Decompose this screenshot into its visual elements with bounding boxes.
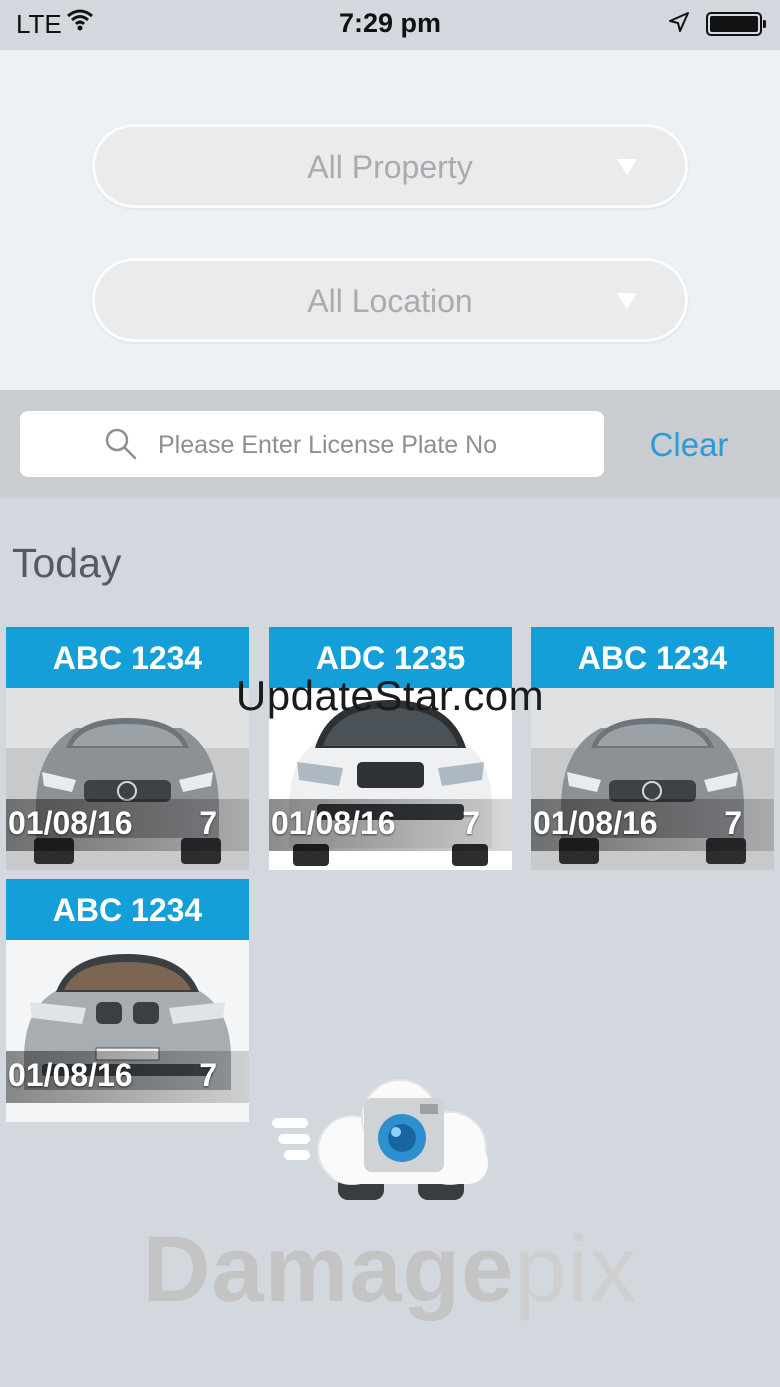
brand-name-light: pix bbox=[514, 1216, 638, 1321]
vehicle-card[interactable]: ADC 1235 01/08/16 7 bbox=[269, 627, 512, 870]
clock: 7:29 pm bbox=[338, 8, 442, 38]
photo-count: 7 bbox=[199, 1057, 217, 1093]
search-field[interactable] bbox=[20, 411, 604, 479]
location-dropdown-label: All Location bbox=[307, 283, 473, 319]
status-bar: LTE 7:29 pm bbox=[0, 0, 780, 50]
search-bar: Clear bbox=[0, 390, 780, 498]
clear-button[interactable]: Clear bbox=[630, 426, 748, 464]
photo-count: 7 bbox=[724, 805, 742, 841]
location-arrow-icon bbox=[666, 10, 692, 43]
license-plate-label: ABC 1234 bbox=[6, 879, 249, 940]
property-dropdown-label: All Property bbox=[307, 149, 473, 185]
card-date: 01/08/16 bbox=[8, 805, 133, 841]
property-dropdown[interactable]: All Property bbox=[92, 124, 688, 208]
card-date: 01/08/16 bbox=[533, 805, 658, 841]
damagepix-logo-icon bbox=[272, 1079, 488, 1200]
section-title-today: Today bbox=[12, 540, 122, 586]
dropdown-arrow-icon bbox=[617, 159, 637, 175]
card-footer: 01/08/16 7 bbox=[6, 1051, 249, 1103]
search-icon bbox=[104, 427, 138, 466]
vehicle-card[interactable]: ABC 1234 01/08/16 7 bbox=[531, 627, 774, 870]
card-footer: 01/08/16 7 bbox=[6, 799, 249, 851]
photo-count: 7 bbox=[199, 805, 217, 841]
license-plate-search-input[interactable] bbox=[156, 411, 590, 479]
card-footer: 01/08/16 7 bbox=[269, 799, 512, 851]
license-plate-label: ABC 1234 bbox=[531, 627, 774, 688]
license-plate-label: ADC 1235 bbox=[269, 627, 512, 688]
card-date: 01/08/16 bbox=[271, 805, 396, 841]
card-date: 01/08/16 bbox=[8, 1057, 133, 1093]
card-footer: 01/08/16 7 bbox=[531, 799, 774, 851]
brand-name-bold: Damage bbox=[142, 1216, 515, 1321]
brand-wordmark: Damagepix bbox=[0, 1222, 780, 1316]
dropdown-arrow-icon bbox=[617, 293, 637, 309]
filter-panel: All Property All Location bbox=[0, 50, 780, 390]
photo-count: 7 bbox=[462, 805, 480, 841]
battery-icon bbox=[706, 12, 766, 36]
license-plate-label: ABC 1234 bbox=[6, 627, 249, 688]
location-dropdown[interactable]: All Location bbox=[92, 258, 688, 342]
vehicle-card[interactable]: ABC 1234 01/08/16 7 bbox=[6, 627, 249, 870]
vehicle-card[interactable]: ABC 1234 01/08/16 7 bbox=[6, 879, 249, 1122]
